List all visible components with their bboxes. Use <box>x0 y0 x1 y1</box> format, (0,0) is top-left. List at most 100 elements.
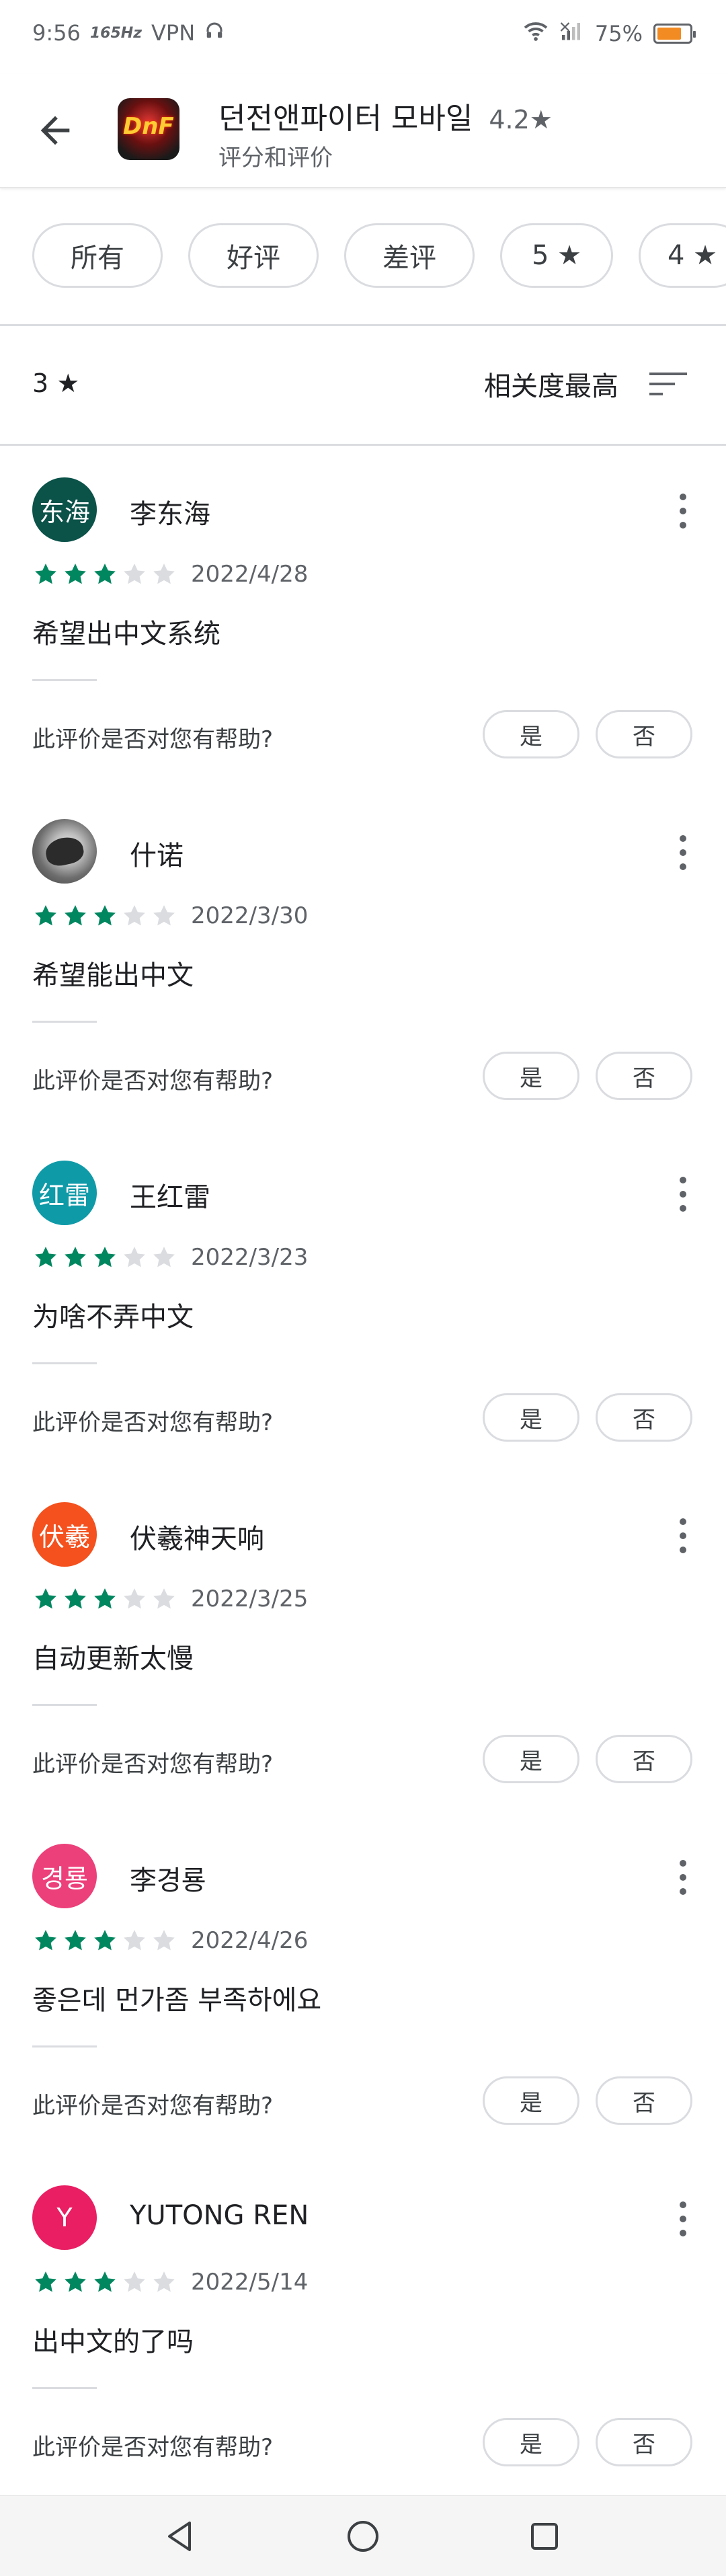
helpful-prompt: 此评价是否对您有帮助? <box>32 726 274 753</box>
more-options-icon[interactable] <box>678 835 688 870</box>
helpful-no-button[interactable]: 否 <box>596 1052 692 1100</box>
arrow-back-icon <box>40 116 70 145</box>
triangle-back-icon <box>168 2522 191 2551</box>
star-rating <box>32 1927 177 1954</box>
review-date: 2022/5/14 <box>191 2269 309 2296</box>
star-rating <box>32 1586 177 1612</box>
star-empty-icon <box>153 563 175 584</box>
sort-icon[interactable] <box>649 370 687 398</box>
helpful-no-button[interactable]: 否 <box>596 1393 692 1442</box>
rating-row: 2022/3/25 <box>32 1586 308 1612</box>
chip-positive[interactable]: 好评 <box>188 223 319 288</box>
chip-all[interactable]: 所有 <box>32 223 163 288</box>
divider <box>32 679 97 681</box>
helpful-no-button[interactable]: 否 <box>596 710 692 758</box>
star-empty-icon <box>124 2271 145 2292</box>
avatar: 东海 <box>32 477 97 542</box>
vpn-indicator: VPN <box>151 20 196 46</box>
helpful-prompt: 此评价是否对您有帮助? <box>32 1751 274 1778</box>
helpful-no-button[interactable]: 否 <box>596 1735 692 1783</box>
more-options-icon[interactable] <box>678 1518 688 1553</box>
star-icon: ★ <box>529 105 553 134</box>
square-recents-icon <box>531 2523 558 2550</box>
helpful-yes-button[interactable]: 是 <box>483 1393 579 1442</box>
battery-percent: 75% <box>594 21 643 46</box>
rating-row: 2022/4/28 <box>32 561 308 588</box>
reviewer-name: 伏羲神天响 <box>130 1524 264 1555</box>
star-filled-icon <box>35 905 56 926</box>
app-icon: DnF <box>118 98 179 160</box>
sort-row: 3 ★ 相关度最高 <box>0 356 726 410</box>
helpful-yes-button[interactable]: 是 <box>483 1052 579 1100</box>
review-text: 希望出中文系统 <box>32 619 220 650</box>
star-icon: ★ <box>693 240 718 271</box>
star-empty-icon <box>153 2271 175 2292</box>
star-filled-icon <box>65 1247 86 1267</box>
battery-fill <box>657 28 681 40</box>
star-filled-icon <box>35 1588 56 1609</box>
nav-back-button[interactable] <box>160 2516 200 2557</box>
star-empty-icon <box>124 563 145 584</box>
star-filled-icon <box>35 2271 56 2292</box>
helpful-no-button[interactable]: 否 <box>596 2418 692 2466</box>
status-bar: 9:56 165Hz VPN 75% <box>0 0 726 74</box>
star-filled-icon <box>65 905 86 926</box>
divider <box>0 444 726 446</box>
review-text: 希望能出中文 <box>32 960 194 991</box>
chip-5-star[interactable]: 5 ★ <box>500 223 613 288</box>
nav-recents-button[interactable] <box>524 2516 565 2557</box>
helpful-no-button[interactable]: 否 <box>596 2076 692 2125</box>
review-item: Y YUTONG REN 2022/5/14 出中文的了吗 此评价是否对您有帮助… <box>0 2185 726 2527</box>
star-empty-icon <box>153 1247 175 1267</box>
more-options-icon[interactable] <box>678 2201 688 2236</box>
nav-home-button[interactable] <box>343 2516 383 2557</box>
app-title: 던전앤파이터 모바일 <box>218 102 473 136</box>
star-empty-icon <box>153 1588 175 1609</box>
sort-label[interactable]: 相关度最高 <box>484 364 618 403</box>
rating-row: 2022/3/23 <box>32 1244 308 1271</box>
star-filter[interactable]: 3 ★ <box>32 368 79 398</box>
app-rating: 4.2★ <box>489 105 553 134</box>
divider <box>32 1021 97 1023</box>
more-options-icon[interactable] <box>678 494 688 529</box>
star-empty-icon <box>153 905 175 926</box>
review-text: 为啥不弄中文 <box>32 1302 194 1333</box>
helpful-prompt: 此评价是否对您有帮助? <box>32 1409 274 1436</box>
helpful-yes-button[interactable]: 是 <box>483 1735 579 1783</box>
helpful-yes-button[interactable]: 是 <box>483 710 579 758</box>
system-nav-bar <box>0 2495 726 2576</box>
star-icon: ★ <box>557 240 582 271</box>
circle-home-icon <box>348 2521 378 2552</box>
review-date: 2022/3/25 <box>191 1586 309 1612</box>
star-icon: ★ <box>56 368 80 398</box>
star-filled-icon <box>35 1247 56 1267</box>
review-text: 좋은데 먼가좀 부족하에요 <box>32 1985 322 2016</box>
helpful-prompt: 此评价是否对您有帮助? <box>32 1068 274 1095</box>
star-filled-icon <box>94 2271 116 2292</box>
divider <box>32 1362 97 1364</box>
star-rating <box>32 1244 177 1271</box>
refresh-rate-indicator: 165Hz <box>89 24 142 42</box>
review-item: 什诺 2022/3/30 希望能出中文 此评价是否对您有帮助? 是 否 <box>0 819 726 1161</box>
review-item: 伏羲 伏羲神天响 2022/3/25 自动更新太慢 此评价是否对您有帮助? 是 … <box>0 1502 726 1844</box>
reviewer-name: 什诺 <box>130 841 184 871</box>
reviewer-name: 李경룡 <box>130 1865 206 1896</box>
star-filled-icon <box>94 1588 116 1609</box>
helpful-yes-button[interactable]: 是 <box>483 2076 579 2125</box>
helpful-prompt: 此评价是否对您有帮助? <box>32 2093 274 2119</box>
star-empty-icon <box>124 1588 145 1609</box>
page-subtitle: 评分和评价 <box>218 145 333 171</box>
chip-negative[interactable]: 差评 <box>344 223 475 288</box>
chip-4-star[interactable]: 4 ★ <box>639 223 726 288</box>
status-left: 9:56 165Hz VPN <box>32 20 225 46</box>
helpful-yes-button[interactable]: 是 <box>483 2418 579 2466</box>
back-button[interactable] <box>34 109 77 152</box>
divider <box>32 2045 97 2047</box>
more-options-icon[interactable] <box>678 1177 688 1212</box>
divider <box>32 2387 97 2389</box>
star-rating <box>32 561 177 588</box>
star-filled-icon <box>94 905 116 926</box>
star-filled-icon <box>94 1930 116 1951</box>
more-options-icon[interactable] <box>678 1860 688 1895</box>
star-empty-icon <box>124 1247 145 1267</box>
